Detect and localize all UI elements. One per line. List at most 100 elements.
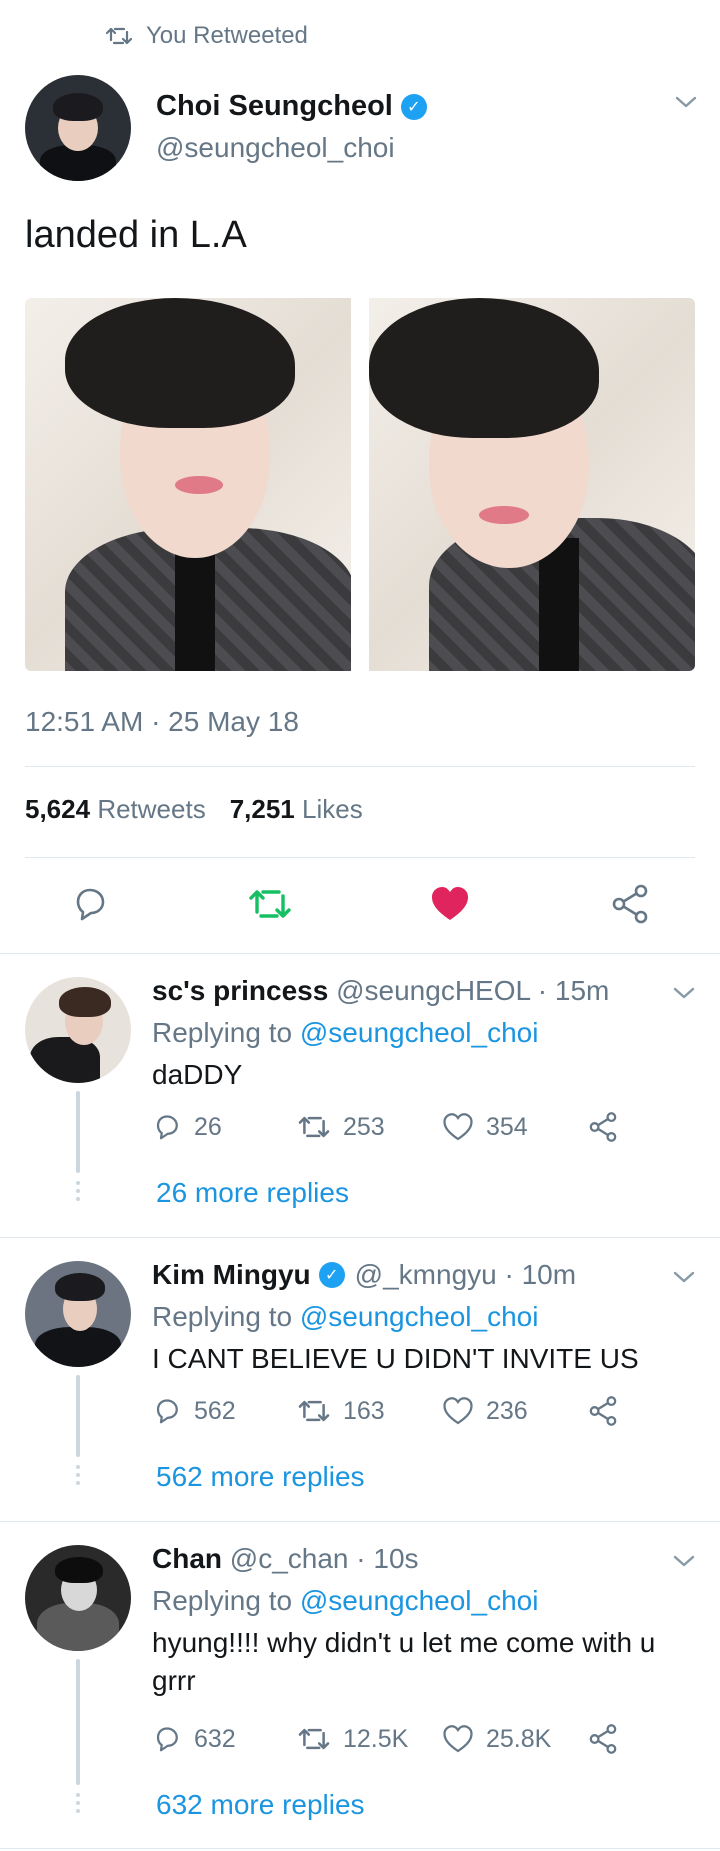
reply-avatar[interactable]	[25, 1545, 131, 1651]
reply-avatar[interactable]	[25, 977, 131, 1083]
chevron-down-icon[interactable]	[672, 985, 696, 1001]
verified-badge-icon: ✓	[400, 93, 427, 120]
like-button[interactable]: 354	[442, 1112, 587, 1142]
retweet-button[interactable]: 12.5K	[297, 1724, 442, 1754]
reply-button[interactable]: 26	[152, 1112, 297, 1142]
like-button[interactable]: 25.8K	[442, 1724, 587, 1754]
author-name[interactable]: Choi Seungcheol	[156, 90, 393, 123]
share-button[interactable]	[587, 1723, 619, 1755]
retweet-icon	[298, 1116, 330, 1138]
tweet-stats: 5,624 Retweets 7,251 Likes	[25, 794, 363, 825]
retweets-stat[interactable]: 5,624 Retweets	[25, 794, 206, 825]
reply-button[interactable]: 632	[152, 1724, 297, 1754]
chevron-down-icon[interactable]	[672, 1553, 696, 1569]
share-icon	[589, 1396, 617, 1426]
share-button[interactable]	[606, 880, 654, 928]
reply-author-name[interactable]: Kim Mingyu	[152, 1259, 311, 1291]
divider	[0, 953, 720, 954]
tweet-text: landed in L.A	[25, 214, 247, 256]
replying-label: Replying to	[152, 1585, 293, 1616]
thread-line	[76, 1659, 80, 1785]
reply-handle-time[interactable]: @seungcHEOL · 15m	[336, 975, 609, 1006]
retweet-icon	[249, 890, 291, 918]
share-button[interactable]	[587, 1395, 619, 1427]
retweet-button[interactable]: 253	[297, 1112, 442, 1142]
thread-line	[76, 1375, 80, 1457]
like-count: 236	[486, 1396, 528, 1425]
like-button[interactable]	[426, 880, 474, 928]
author-avatar[interactable]	[25, 75, 131, 181]
reply-text: daDDY	[152, 1059, 243, 1090]
like-button[interactable]: 236	[442, 1396, 587, 1426]
chevron-down-icon[interactable]	[672, 1269, 696, 1285]
reply-header: sc's princess @seungcHEOL · 15m	[152, 975, 609, 1007]
replying-to: Replying to @seungcheol_choi	[152, 1585, 538, 1617]
likes-count: 7,251	[229, 794, 295, 824]
replying-to-link[interactable]: @seungcheol_choi	[300, 1301, 539, 1332]
reply-handle-time[interactable]: @c_chan · 10s	[230, 1543, 419, 1574]
verified-badge-icon: ✓	[318, 1262, 345, 1288]
thread-dots	[74, 1181, 82, 1201]
retweet-icon	[106, 27, 132, 45]
replying-label: Replying to	[152, 1301, 293, 1332]
more-replies-link[interactable]: 632 more replies	[156, 1789, 365, 1821]
retweet-banner: You Retweeted	[106, 18, 308, 54]
reply-button[interactable]: 562	[152, 1396, 297, 1426]
tweet-photo-2[interactable]	[369, 298, 695, 671]
reply-action-bar: 632 12.5K 25.8K	[152, 1723, 619, 1755]
likes-stat[interactable]: 7,251 Likes	[230, 794, 363, 825]
retweet-button[interactable]: 163	[297, 1396, 442, 1426]
divider	[25, 857, 695, 858]
tweet-photo-1[interactable]	[25, 298, 351, 671]
replying-to-link[interactable]: @seungcheol_choi	[300, 1017, 539, 1048]
reply-text: hyung!!!! why didn't u let me come with …	[152, 1627, 656, 1696]
replying-label: Replying to	[152, 1017, 293, 1048]
divider	[0, 1237, 720, 1238]
reply-avatar[interactable]	[25, 1261, 131, 1367]
tweet-timestamp[interactable]: 12:51 AM · 25 May 18	[25, 706, 299, 738]
retweet-icon	[298, 1400, 330, 1422]
retweets-label: Retweets	[97, 794, 206, 824]
retweet-button[interactable]	[246, 880, 294, 928]
like-icon	[443, 1397, 473, 1425]
replying-to: Replying to @seungcheol_choi	[152, 1301, 538, 1333]
author-handle[interactable]: @seungcheol_choi	[156, 132, 395, 164]
thread-dots	[74, 1793, 82, 1813]
retweet-icon	[298, 1728, 330, 1750]
tweet-action-bar	[0, 880, 720, 930]
divider	[25, 766, 695, 767]
reply-item[interactable]: Kim Mingyu ✓ @_kmngyu · 10m Replying to …	[0, 1239, 720, 1521]
thread-line	[76, 1091, 80, 1173]
retweet-banner-label: You Retweeted	[146, 22, 308, 49]
reply-icon	[156, 1115, 178, 1140]
author-name-row[interactable]: Choi Seungcheol ✓	[156, 90, 427, 123]
reply-header: Kim Mingyu ✓ @_kmngyu · 10m	[152, 1259, 576, 1291]
like-count: 25.8K	[486, 1724, 552, 1753]
reply-icon	[76, 888, 105, 921]
share-button[interactable]	[587, 1111, 619, 1143]
reply-button[interactable]	[66, 880, 114, 928]
reply-icon	[156, 1727, 178, 1752]
divider	[0, 1848, 720, 1849]
replying-to-link[interactable]: @seungcheol_choi	[300, 1585, 539, 1616]
reply-icon	[156, 1399, 178, 1424]
retweet-count: 163	[343, 1396, 385, 1425]
more-replies-link[interactable]: 26 more replies	[156, 1177, 349, 1209]
reply-author-name[interactable]: Chan	[152, 1543, 222, 1574]
reply-handle-time[interactable]: @_kmngyu · 10m	[355, 1259, 576, 1291]
reply-text: I CANT BELIEVE U DIDN'T INVITE US	[152, 1343, 639, 1374]
more-replies-link[interactable]: 562 more replies	[156, 1461, 365, 1493]
reply-count: 26	[194, 1112, 222, 1141]
like-icon	[443, 1725, 473, 1753]
likes-label: Likes	[302, 794, 363, 824]
retweets-count: 5,624	[25, 794, 91, 824]
like-count: 354	[486, 1112, 528, 1141]
reply-item[interactable]: Chan @c_chan · 10s Replying to @seungche…	[0, 1523, 720, 1849]
like-icon	[432, 887, 468, 920]
share-icon	[589, 1724, 617, 1754]
reply-count: 562	[194, 1396, 236, 1425]
chevron-down-icon[interactable]	[674, 94, 698, 110]
reply-item[interactable]: sc's princess @seungcHEOL · 15m Replying…	[0, 955, 720, 1237]
reply-author-name[interactable]: sc's princess	[152, 975, 328, 1006]
share-icon	[589, 1112, 617, 1142]
